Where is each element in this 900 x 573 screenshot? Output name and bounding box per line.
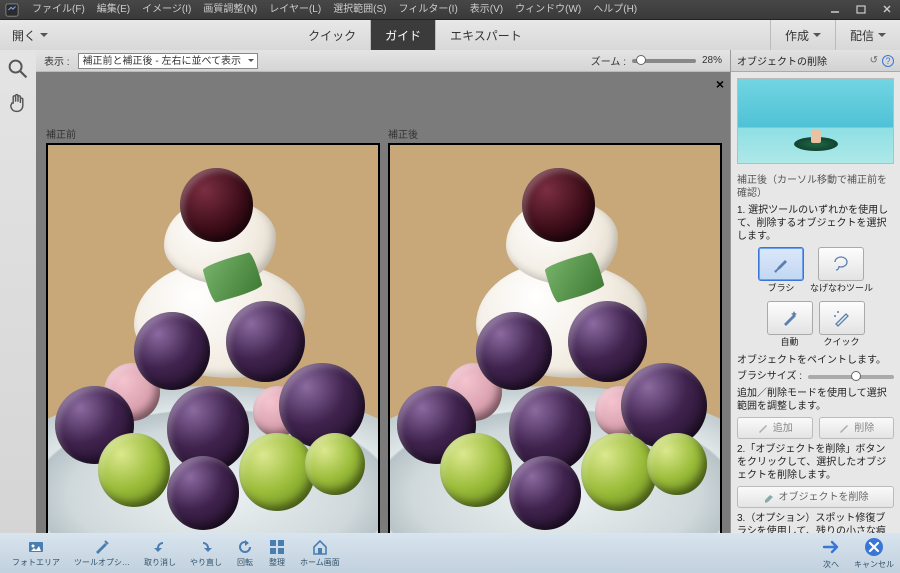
home-button[interactable]: ホーム画面 xyxy=(294,538,346,568)
home-label: ホーム画面 xyxy=(300,557,340,568)
chevron-down-icon xyxy=(40,33,48,41)
tab-guided[interactable]: ガイド xyxy=(370,20,435,50)
redo-label: やり直し xyxy=(190,557,222,568)
panel-title: オブジェクトの削除 xyxy=(737,53,827,68)
chevron-down-icon xyxy=(878,33,886,41)
tool-column xyxy=(0,50,36,533)
tab-quick[interactable]: クイック xyxy=(294,20,370,50)
tool-lasso[interactable] xyxy=(818,247,864,281)
redo-button[interactable]: やり直し xyxy=(184,538,228,568)
brush-size-label: ブラシサイズ : xyxy=(737,370,802,383)
organize-button[interactable]: 整理 xyxy=(262,538,292,568)
options-bar: 表示 : 補正前と補正後 - 左右に並べて表示 ズーム : 28% xyxy=(36,50,730,72)
mode-bar: 開く クイック ガイド エキスパート 作成 配信 xyxy=(0,20,900,50)
zoom-value: 28% xyxy=(702,55,722,66)
close-button[interactable] xyxy=(874,0,900,18)
before-image xyxy=(46,143,380,533)
menu-select[interactable]: 選択範囲(S) xyxy=(327,0,392,20)
open-menu[interactable]: 開く xyxy=(0,20,60,50)
hand-tool[interactable] xyxy=(5,90,31,116)
menu-bar: ファイル(F) 編集(E) イメージ(I) 画質調整(N) レイヤー(L) 選択… xyxy=(0,0,900,20)
rotate-button[interactable]: 回転 xyxy=(230,538,260,568)
mode-note: 追加／削除モードを使用して選択範囲を調整します。 xyxy=(737,387,894,413)
tool-options-button[interactable]: ツールオプシ… xyxy=(68,538,136,568)
create-label: 作成 xyxy=(785,27,809,44)
tool-quick-label: クイック xyxy=(823,337,859,349)
zoom-slider[interactable] xyxy=(632,59,696,63)
share-label: 配信 xyxy=(850,27,874,44)
tab-expert[interactable]: エキスパート xyxy=(435,20,536,50)
cancel-label: キャンセル xyxy=(854,559,894,570)
zoom-label: ズーム : xyxy=(591,53,626,68)
step-3: 3.（オプション）スポット修復ブラシを使用して、残りの小さな痕跡を修復します。よ… xyxy=(737,512,894,533)
undo-button[interactable]: 取り消し xyxy=(138,538,182,568)
remove-label: 削除 xyxy=(854,422,874,435)
bottom-bar: フォトエリア ツールオプシ… 取り消し やり直し 回転 整理 ホーム画面 次へ … xyxy=(0,533,900,573)
app-logo-icon xyxy=(4,2,20,18)
menu-edit[interactable]: 編集(E) xyxy=(91,0,136,20)
menu-adjust[interactable]: 画質調整(N) xyxy=(197,0,263,20)
cancel-button[interactable]: キャンセル xyxy=(854,536,894,570)
tool-brush-label: ブラシ xyxy=(768,283,795,295)
brush-size-slider[interactable] xyxy=(808,375,894,379)
preview-caption: 補正後（カーソル移動で補正前を確認） xyxy=(737,174,894,200)
paint-label: オブジェクトをペイントします。 xyxy=(737,354,894,367)
step-2: 2.「オブジェクトを削除」ボタンをクリックして、選択したオブジェクトを削除します… xyxy=(737,443,894,482)
organize-label: 整理 xyxy=(269,557,285,568)
menu-window[interactable]: ウィンドウ(W) xyxy=(509,0,587,20)
canvas-area[interactable]: × 補正前 xyxy=(36,72,730,533)
display-label: 表示 : xyxy=(44,53,70,68)
rotate-label: 回転 xyxy=(237,557,253,568)
tool-auto[interactable] xyxy=(767,301,813,335)
after-label: 補正後 xyxy=(388,126,722,141)
menu-help[interactable]: ヘルプ(H) xyxy=(587,0,643,20)
tool-options-label: ツールオプシ… xyxy=(74,557,130,568)
reset-icon[interactable]: ↺ xyxy=(870,55,878,67)
delete-object-button[interactable]: オブジェクトを削除 xyxy=(737,486,894,508)
photo-bin-button[interactable]: フォトエリア xyxy=(6,538,66,568)
close-canvas-icon[interactable]: × xyxy=(716,76,724,92)
tool-brush[interactable] xyxy=(758,247,804,281)
remove-button[interactable]: 削除 xyxy=(819,417,895,439)
step-1: 1. 選択ツールのいずれかを使用して、削除するオブジェクトを選択します。 xyxy=(737,204,894,243)
menu-layer[interactable]: レイヤー(L) xyxy=(263,0,327,20)
share-menu[interactable]: 配信 xyxy=(835,20,900,50)
photo-bin-label: フォトエリア xyxy=(12,557,60,568)
view-combo[interactable]: 補正前と補正後 - 左右に並べて表示 xyxy=(78,53,259,69)
create-menu[interactable]: 作成 xyxy=(770,20,835,50)
canvas-column: 表示 : 補正前と補正後 - 左右に並べて表示 ズーム : 28% × 補正前 xyxy=(36,50,730,533)
tool-quickselect[interactable] xyxy=(819,301,865,335)
before-label: 補正前 xyxy=(46,126,380,141)
next-label: 次へ xyxy=(823,559,839,570)
workspace: 表示 : 補正前と補正後 - 左右に並べて表示 ズーム : 28% × 補正前 xyxy=(0,50,900,533)
undo-label: 取り消し xyxy=(144,557,176,568)
panel-preview xyxy=(737,78,894,164)
help-icon[interactable]: ? xyxy=(882,55,894,67)
tool-lasso-label: なげなわツール xyxy=(810,283,873,295)
chevron-down-icon xyxy=(813,33,821,41)
zoom-tool[interactable] xyxy=(5,56,31,82)
next-button[interactable]: 次へ xyxy=(820,536,842,570)
minimize-button[interactable] xyxy=(822,0,848,18)
open-label: 開く xyxy=(12,27,36,44)
maximize-button[interactable] xyxy=(848,0,874,18)
guide-panel: オブジェクトの削除 ↺ ? 補正後（カーソル移動で補正前を確認） 1. 選択ツー… xyxy=(730,50,900,533)
tool-auto-label: 自動 xyxy=(780,337,798,349)
menu-view[interactable]: 表示(V) xyxy=(464,0,509,20)
add-label: 追加 xyxy=(773,422,793,435)
after-image xyxy=(388,143,722,533)
delete-object-label: オブジェクトを削除 xyxy=(779,491,869,504)
menu-filter[interactable]: フィルター(I) xyxy=(393,0,464,20)
menu-image[interactable]: イメージ(I) xyxy=(136,0,197,20)
add-button[interactable]: 追加 xyxy=(737,417,813,439)
menu-file[interactable]: ファイル(F) xyxy=(26,0,91,20)
